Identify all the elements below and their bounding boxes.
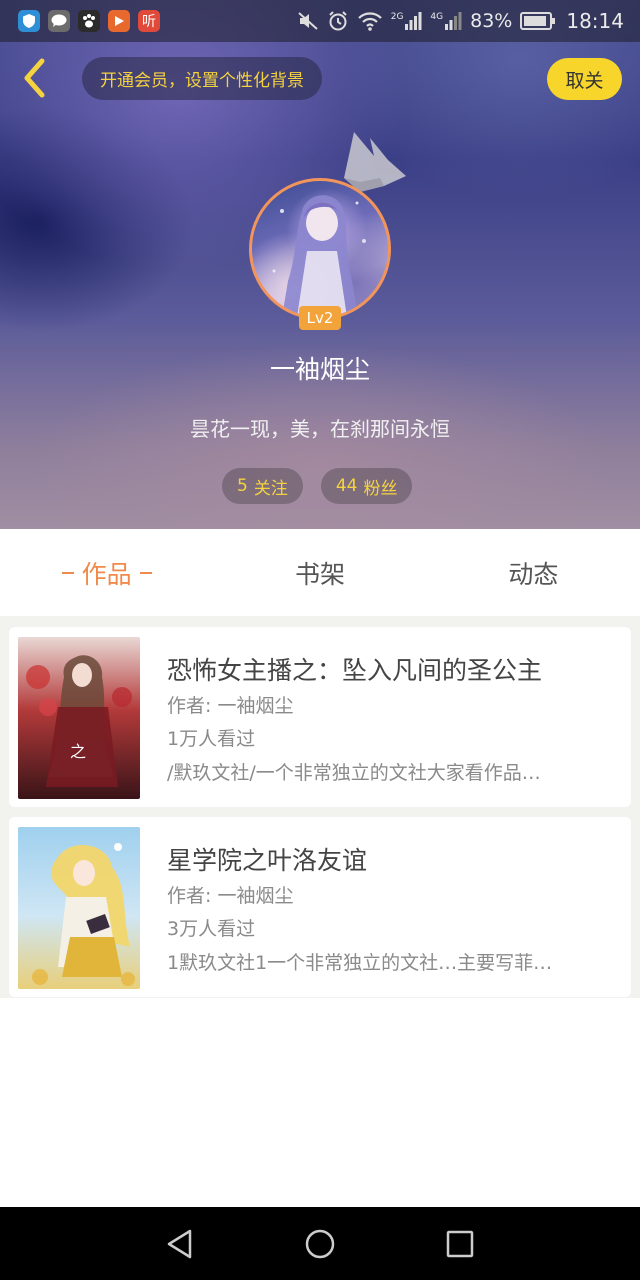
work-author: 作者: 一袖烟尘	[167, 695, 294, 717]
listen-app-icon: 听	[138, 10, 160, 32]
level-badge: Lv2	[299, 306, 341, 330]
tab-activity[interactable]: 动态	[427, 529, 640, 616]
avatar-image	[272, 195, 366, 317]
follow-stats: 5 关注 44 粉丝	[222, 468, 413, 504]
tab-works[interactable]: 作品	[0, 529, 213, 616]
vip-background-banner[interactable]: 开通会员，设置个性化背景	[82, 57, 322, 100]
battery-icon	[520, 12, 556, 30]
following-label: 关注	[253, 478, 288, 499]
triangle-back-icon	[167, 1229, 192, 1258]
work-cover-image: 之	[18, 637, 140, 799]
profile-screen: 听 2G 4G 83% 18:14 开通会员，设置个性化背景 取关 Lv2 一袖…	[0, 0, 640, 1280]
following-button[interactable]: 5 关注	[222, 468, 303, 504]
username: 一袖烟尘	[269, 355, 370, 384]
work-title: 星学院之叶洛友谊	[167, 846, 368, 875]
work-description: /默玖文社/一个非常独立的文社大家看作品…	[167, 762, 541, 784]
followers-button[interactable]: 44 粉丝	[320, 468, 413, 504]
battery-percent: 83%	[470, 10, 513, 32]
back-button[interactable]	[14, 58, 54, 98]
active-tab-dash-left	[61, 571, 74, 574]
signal-2g-indicator: 2G	[391, 12, 423, 30]
active-tab-dash-right	[139, 571, 152, 574]
status-bar-notifications: 听	[18, 10, 160, 32]
work-views: 1万人看过	[167, 728, 256, 750]
user-bio: 昙花一现，美，在刹那间永恒	[190, 417, 450, 441]
square-recents-icon	[446, 1230, 474, 1257]
following-count: 5	[237, 476, 248, 496]
works-list: 之 恐怖女主播之：坠入凡间的圣公主 作者: 一袖烟尘 1万人看过 /默玖文社/一…	[0, 616, 640, 998]
work-author: 作者: 一袖烟尘	[167, 885, 294, 907]
avatar[interactable]	[249, 178, 391, 320]
tab-bookshelf[interactable]: 书架	[213, 529, 426, 616]
work-cover-image	[18, 827, 140, 989]
circle-home-icon	[305, 1229, 335, 1258]
shield-app-icon	[18, 10, 40, 32]
profile-header: 听 2G 4G 83% 18:14 开通会员，设置个性化背景 取关 Lv2 一袖…	[0, 0, 640, 529]
chat-app-icon	[48, 10, 70, 32]
status-bar: 听 2G 4G 83% 18:14	[0, 0, 640, 42]
profile-tabs: 作品 书架 动态	[0, 529, 640, 616]
nav-recents-button[interactable]	[430, 1214, 490, 1274]
mute-icon	[298, 12, 318, 30]
work-cover-title: 之	[70, 742, 86, 761]
work-views: 3万人看过	[167, 918, 256, 940]
tab-works-label: 作品	[81, 559, 132, 589]
alarm-icon	[329, 11, 347, 31]
work-card[interactable]: 星学院之叶洛友谊 作者: 一袖烟尘 3万人看过 1默玖文社1一个非常独立的文社……	[9, 817, 631, 997]
tab-bookshelf-label: 书架	[294, 559, 345, 589]
work-card[interactable]: 之 恐怖女主播之：坠入凡间的圣公主 作者: 一袖烟尘 1万人看过 /默玖文社/一…	[9, 627, 631, 807]
chevron-left-icon	[24, 58, 45, 98]
tab-activity-label: 动态	[508, 559, 559, 589]
work-title: 恐怖女主播之：坠入凡间的圣公主	[167, 656, 543, 685]
video-app-icon	[108, 10, 130, 32]
nav-home-button[interactable]	[290, 1214, 350, 1274]
followers-label: 粉丝	[363, 478, 398, 499]
signal-4g-indicator: 4G	[430, 12, 462, 30]
status-bar-system: 2G 4G 83% 18:14	[297, 9, 624, 33]
work-description: 1默玖文社1一个非常独立的文社…主要写菲…	[167, 952, 553, 974]
unfollow-button[interactable]: 取关	[547, 58, 622, 100]
clock: 18:14	[566, 9, 624, 33]
system-navigation-bar	[0, 1207, 640, 1280]
wifi-icon	[357, 12, 382, 31]
nav-back-button[interactable]	[150, 1214, 210, 1274]
followers-count: 44	[335, 476, 358, 496]
paw-app-icon	[78, 10, 100, 32]
